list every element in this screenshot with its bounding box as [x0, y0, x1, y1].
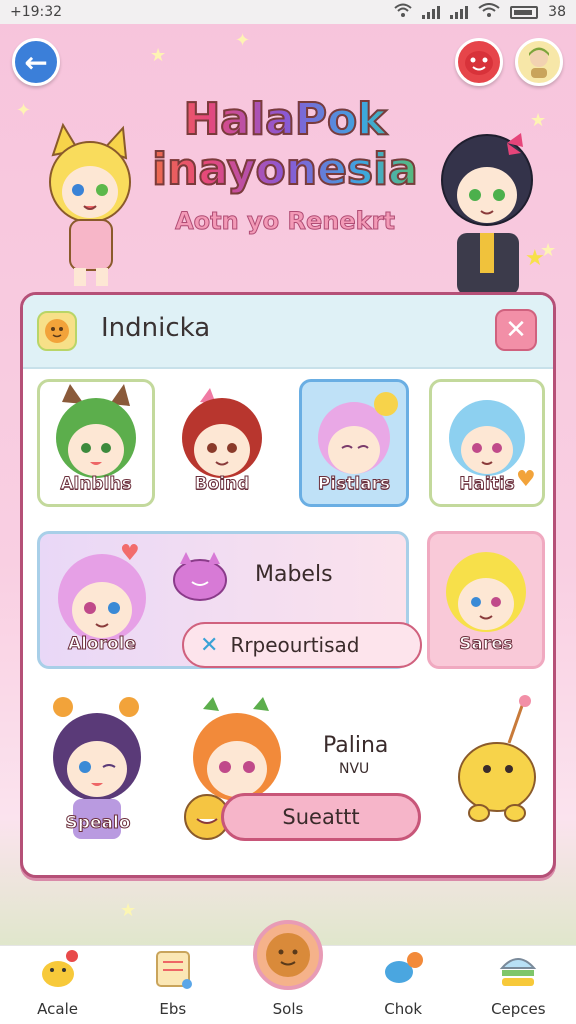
title-line-2: inayonesia [130, 144, 440, 196]
panel-title: Indnicka [101, 313, 211, 343]
status-pill[interactable]: ✕ Rrpeourtisad [182, 622, 422, 668]
arrow-left-icon: ← [24, 45, 48, 79]
character-name: Palina [323, 733, 389, 758]
avatar-icon [529, 47, 549, 78]
card-label: Spealo [65, 813, 131, 834]
character-card-selected[interactable]: Pistlars [299, 379, 409, 507]
mascot-button[interactable] [455, 38, 503, 86]
action-button[interactable]: Sueattt [221, 793, 421, 841]
x-icon: ✕ [200, 632, 219, 658]
character-card[interactable]: Boind [163, 379, 281, 507]
lion-badge-icon [37, 311, 77, 351]
card-label: Pistlars [317, 474, 391, 495]
star-icon: ★ [150, 45, 167, 66]
burger-icon [500, 958, 537, 986]
profile-avatar-button[interactable] [515, 38, 563, 86]
featured-character-card[interactable]: ♥ Alorole Mabels ✕ Rrpeourtisad [37, 531, 422, 669]
panel-header: Indnicka ✕ [23, 295, 553, 369]
wifi-icon [394, 3, 412, 21]
title-line-1: HalaPok [130, 94, 440, 146]
blob-mascot-icon [173, 552, 227, 601]
bottom-character-row: Spealo Palina NVU Sueattt [33, 693, 547, 853]
close-icon: ✕ [505, 315, 527, 345]
signal-icon [422, 5, 441, 19]
battery-icon [510, 5, 539, 19]
nav-label: Acale [37, 1000, 79, 1018]
card-label: Alorole [67, 634, 137, 655]
nav-item-sols[interactable]: Sols [238, 920, 338, 1018]
bottom-navigation: Acale Ebs Sols Chok Cepces [0, 920, 576, 1024]
blonde-cat-girl-illustration [49, 122, 131, 286]
nav-label: Cepces [491, 1000, 546, 1018]
yellow-creature-illustration [458, 695, 536, 822]
character-card[interactable]: Sares [427, 531, 545, 669]
card-label: Sares [459, 634, 514, 655]
duck-icon [41, 950, 78, 987]
nav-item-acale[interactable]: Acale [8, 948, 108, 1018]
status-icons: 38 [394, 3, 566, 21]
nav-label: Chok [384, 1000, 423, 1018]
game-title: HalaPok inayonesia Aotn yo Renekrt [130, 94, 440, 236]
nav-item-cepces[interactable]: Cepces [468, 948, 568, 1018]
nav-item-chok[interactable]: Chok [353, 948, 453, 1018]
dark-hair-girl-illustration: ★ [441, 133, 545, 295]
battery-level: 38 [548, 4, 566, 20]
character-subtitle: NVU [339, 761, 370, 777]
close-button[interactable]: ✕ [495, 309, 537, 351]
status-bar: +19:32 38 [0, 0, 576, 24]
svg-text:★: ★ [525, 246, 545, 271]
character-card[interactable]: ♥ Haitis [429, 379, 545, 507]
card-label: Alnblhs [60, 474, 132, 495]
star-icon: ✦ [16, 100, 32, 121]
notes-icon [155, 951, 192, 989]
wifi-icon-2 [478, 3, 500, 21]
status-text: Rrpeourtisad [230, 633, 360, 657]
character-select-panel: Indnicka ✕ Alnblhs Boind Pistlars ♥ Hait… [20, 292, 556, 878]
star-icon: ✦ [235, 30, 251, 51]
red-mascot-icon [465, 51, 493, 75]
card-label: Haitis [459, 474, 516, 495]
cookie-icon [252, 920, 323, 990]
chat-icon [385, 952, 424, 983]
star-icon: ★ [120, 900, 137, 921]
card-label: Boind [194, 474, 250, 495]
title-subtitle: Aotn yo Renekrt [175, 207, 396, 236]
character-name: Mabels [255, 562, 333, 587]
nav-item-ebs[interactable]: Ebs [123, 948, 223, 1018]
svg-text:♥: ♥ [120, 541, 140, 566]
character-card[interactable]: Alnblhs [37, 379, 155, 507]
nav-label: Ebs [159, 1000, 187, 1018]
nav-label: Sols [272, 1000, 304, 1018]
status-time: +19:32 [10, 4, 63, 20]
back-button[interactable]: ← [12, 38, 60, 86]
signal-icon-2 [450, 5, 469, 19]
